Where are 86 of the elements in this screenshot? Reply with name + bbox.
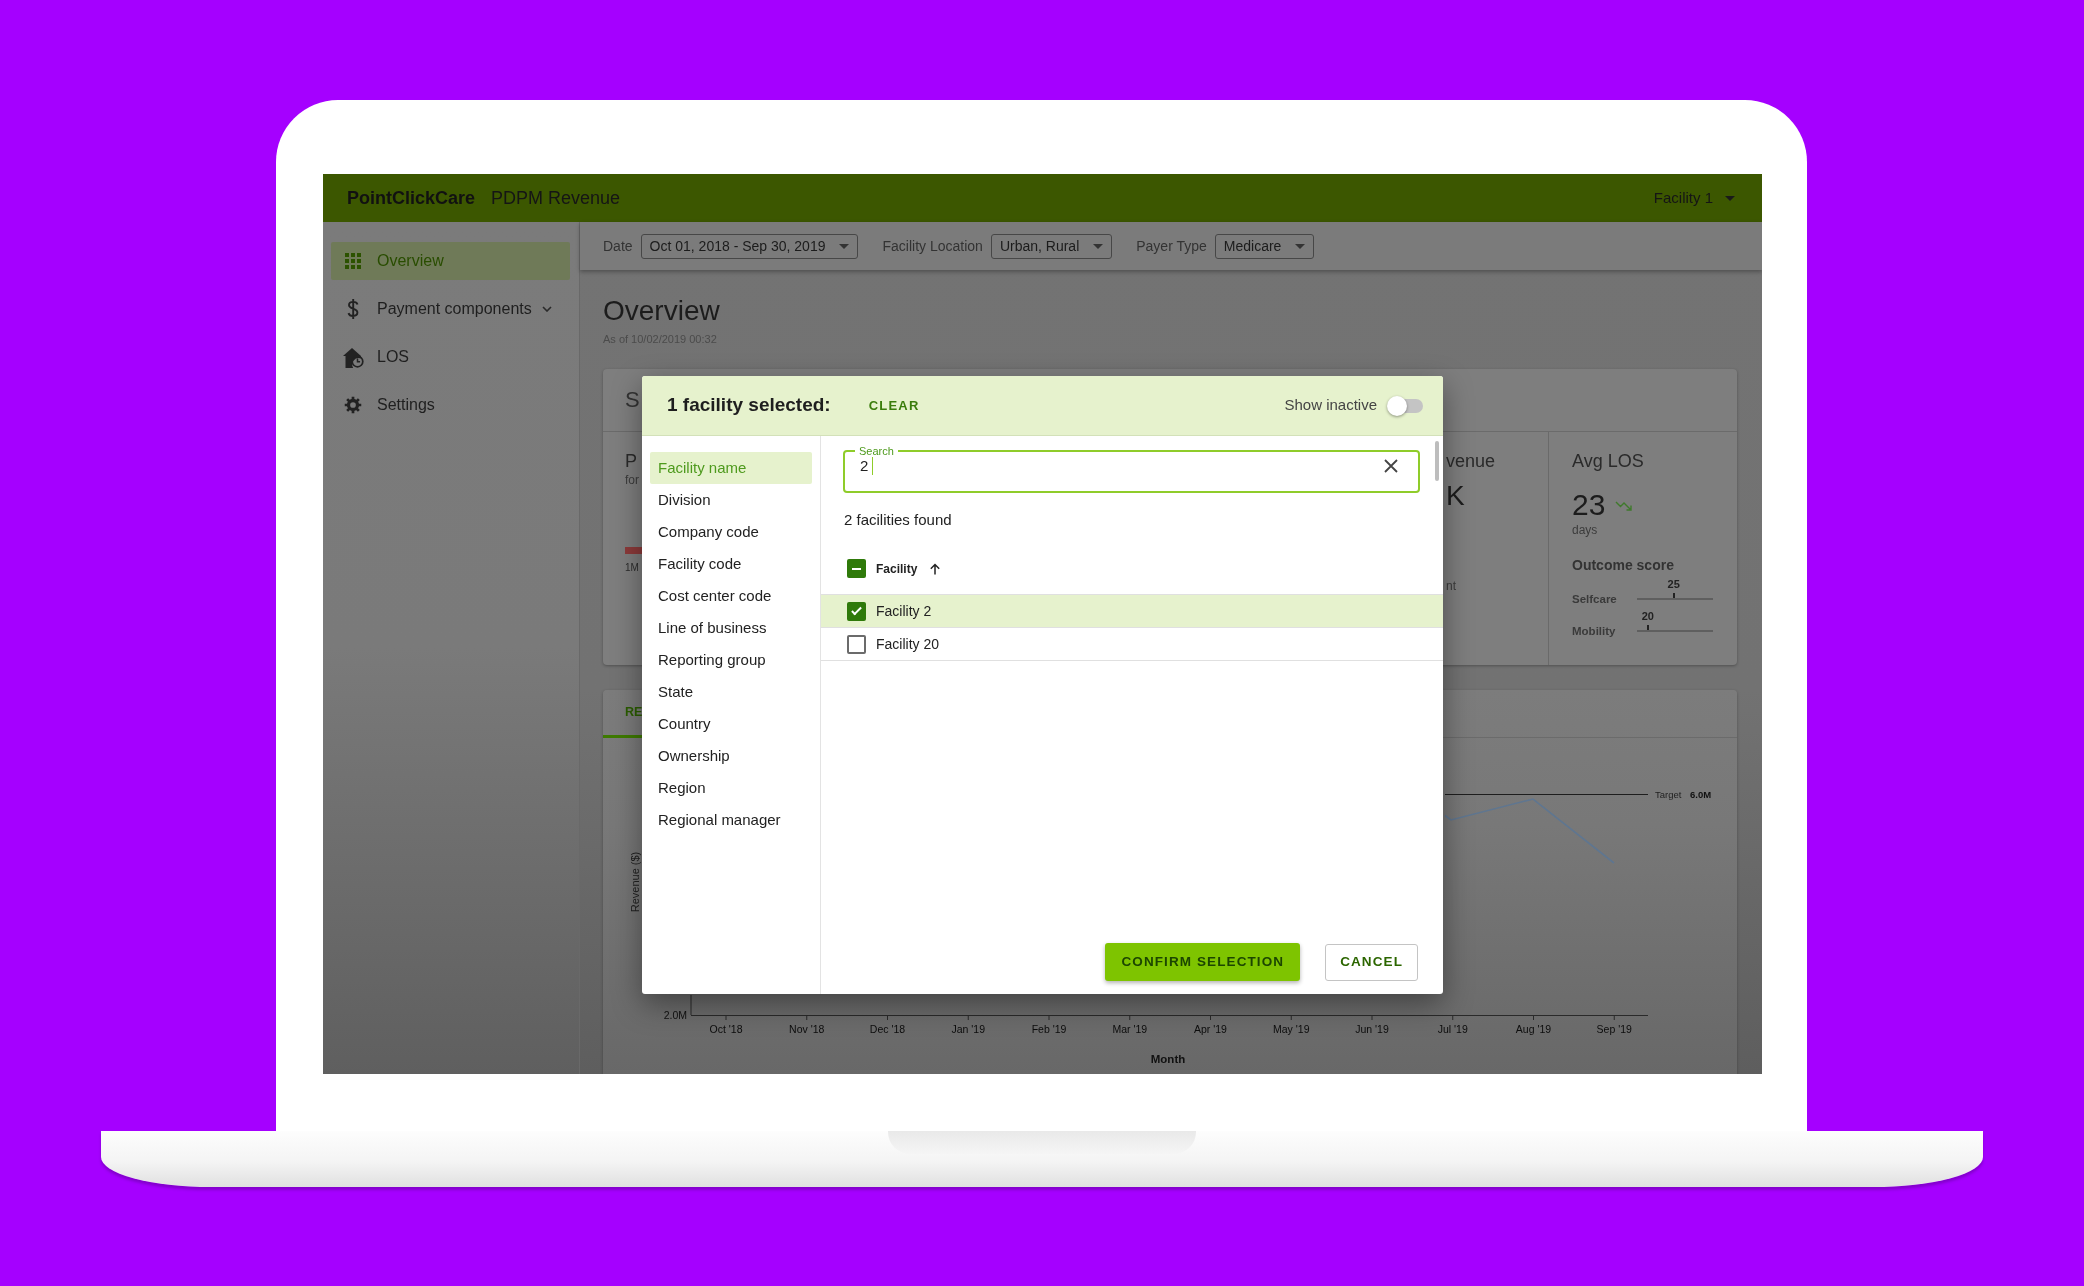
table-row[interactable]: Facility 2 [821, 595, 1443, 628]
tick-label: 2.0M [663, 1009, 687, 1021]
select-all-checkbox[interactable] [847, 559, 866, 578]
caret-down-icon [1093, 243, 1104, 249]
metric-title: P [625, 450, 638, 472]
target-label: Target [1655, 789, 1682, 800]
brand-logo: PointClickCare [347, 186, 476, 210]
metric-title: venue [1446, 450, 1496, 472]
tick-label: Sep '19 [1596, 1023, 1632, 1035]
score-label: Selfcare [1572, 592, 1618, 606]
table-row[interactable]: Facility 20 [821, 628, 1443, 661]
dialog-title: 1 facility selected: [667, 393, 831, 418]
sidebar-item[interactable]: Settings [331, 386, 570, 424]
filter-field-item[interactable]: Company code [650, 516, 812, 548]
tick-label: Feb '19 [1031, 1023, 1067, 1035]
page-title: Overview [603, 294, 720, 328]
metric-title: Avg LOS [1572, 450, 1644, 472]
tick-label: Nov '18 [789, 1023, 825, 1035]
axis-title: Revenue ($) [629, 851, 641, 913]
clear-button[interactable]: CLEAR [868, 395, 920, 416]
caret-down-icon [1725, 195, 1735, 201]
filter-field-item[interactable]: Cost center code [650, 580, 812, 612]
grid-icon [345, 253, 361, 269]
filter-field-item[interactable]: Facility code [650, 548, 812, 580]
filter-field-item[interactable]: Country [650, 708, 812, 740]
filter-label: Payer Type [1136, 236, 1207, 256]
filter-field-item[interactable]: Regional manager [650, 804, 812, 836]
field-label: Search [858, 445, 895, 457]
tick-label: Jan '19 [951, 1023, 985, 1035]
filter-dropdown[interactable]: Oct 01, 2018 - Sep 30, 2019 [640, 233, 859, 259]
facility-name: Facility 2 [876, 601, 932, 621]
tick-label: Aug '19 [1515, 1023, 1552, 1035]
filter-field-item[interactable]: Ownership [650, 740, 812, 772]
tick-label: Apr '19 [1194, 1023, 1227, 1035]
filter-field-item[interactable]: Line of business [650, 612, 812, 644]
score-reading: 25 [1667, 578, 1680, 591]
score-label: Mobility [1572, 624, 1617, 638]
filter-dropdown[interactable]: Medicare [1214, 233, 1315, 259]
score-reading: 20 [1641, 610, 1654, 623]
caret-down-icon [1295, 243, 1306, 249]
checkbox[interactable] [847, 634, 866, 654]
metric-unit: days [1572, 523, 1598, 537]
axis-title: Month [1150, 1053, 1186, 1065]
section-title: Outcome score [1572, 556, 1674, 574]
filter-field-item[interactable]: Region [650, 772, 812, 804]
trend-down-icon [1615, 499, 1634, 511]
checkbox[interactable] [847, 601, 866, 621]
metric-value: 23 [1572, 488, 1606, 522]
filter-label: Facility Location [882, 236, 983, 256]
tick-label: Jun '19 [1355, 1023, 1389, 1035]
filter-field-item[interactable]: Division [650, 484, 812, 516]
chart-bar [625, 547, 642, 554]
facility-name: Facility 20 [876, 634, 940, 654]
dollar-icon [347, 299, 359, 319]
filter-label: Date [603, 236, 633, 256]
cancel-button[interactable]: CANCEL [1325, 943, 1418, 981]
house-clock-icon [342, 346, 364, 368]
text-cursor [872, 457, 874, 475]
metric-subtitle: for [625, 472, 640, 488]
caret-down-icon [839, 243, 850, 249]
gear-icon [344, 396, 362, 414]
filter-field-item[interactable]: Reporting group [650, 644, 812, 676]
tick-label: Oct '18 [709, 1023, 743, 1035]
scrollbar-thumb [1435, 441, 1439, 481]
result-count: 2 facilities found [844, 510, 952, 530]
sidebar-item[interactable]: LOS [331, 338, 570, 376]
filter-dropdown[interactable]: Urban, Rural [990, 233, 1113, 259]
metric-caption: nt [1446, 578, 1456, 594]
app-title: PDPM Revenue [491, 186, 621, 210]
card-title: S [625, 387, 640, 413]
metric-value: K [1446, 479, 1465, 513]
column-header[interactable]: Facility [876, 559, 918, 578]
search-field[interactable]: Search 2 [843, 445, 1420, 493]
toggle-label: Show inactive [1284, 395, 1377, 416]
tick-label: Dec '18 [869, 1023, 906, 1035]
toggle-switch[interactable] [1387, 395, 1423, 416]
filter-field-item[interactable]: State [650, 676, 812, 708]
target-value: 6.0M [1690, 789, 1712, 800]
tick-label: Jul '19 [1437, 1023, 1468, 1035]
close-icon[interactable] [1384, 459, 1398, 473]
confirm-button[interactable]: CONFIRM SELECTION [1105, 943, 1301, 981]
search-text: 2 [860, 457, 869, 475]
tick-label: May '19 [1273, 1023, 1310, 1035]
tick-label: Mar '19 [1112, 1023, 1148, 1035]
sidebar-item[interactable]: Payment components [331, 290, 570, 328]
tick-label: 1M [625, 562, 640, 574]
